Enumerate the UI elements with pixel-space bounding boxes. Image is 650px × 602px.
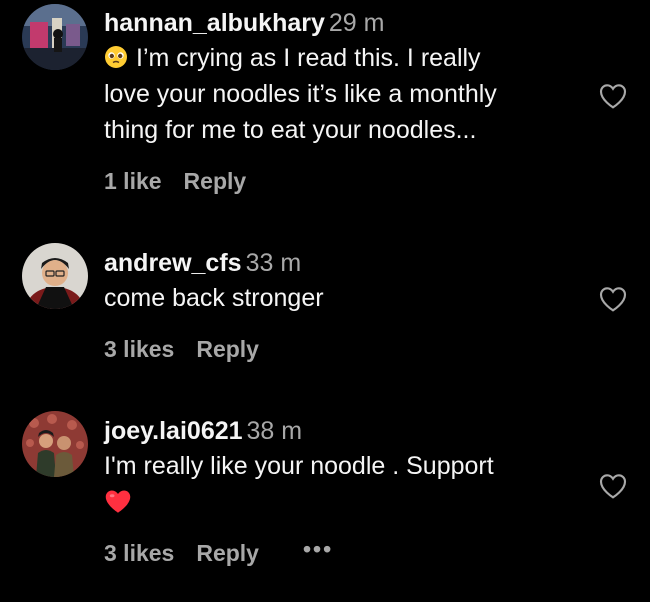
comment-actions: 3 likes Reply xyxy=(104,336,259,363)
likes-count[interactable]: 1 like xyxy=(104,168,162,195)
comment-text: I'm really like your noodle . Support xyxy=(104,448,574,514)
comment-actions: 3 likes Reply ••• xyxy=(104,536,333,567)
heart-outline-icon[interactable] xyxy=(596,80,630,112)
reply-button[interactable]: Reply xyxy=(196,336,259,363)
comment-line: thing for me to eat your noodles... xyxy=(104,116,477,144)
avatar[interactable] xyxy=(22,411,88,477)
username[interactable]: hannan_albukhary xyxy=(104,9,325,37)
comment-line: I'm really like your noodle . Support xyxy=(104,452,494,480)
comment-line: love your noodles it’s like a monthly xyxy=(104,80,497,108)
timestamp[interactable]: 29 m xyxy=(329,9,385,37)
pleading-face-emoji-icon xyxy=(104,43,128,68)
red-heart-emoji-icon xyxy=(104,488,132,514)
likes-count[interactable]: 3 likes xyxy=(104,336,174,363)
timestamp[interactable]: 33 m xyxy=(246,249,302,277)
reply-button[interactable]: Reply xyxy=(196,540,259,567)
timestamp[interactable]: 38 m xyxy=(247,417,303,445)
reply-button[interactable]: Reply xyxy=(184,168,247,195)
comment-text: I’m crying as I read this. I really love… xyxy=(104,40,574,148)
comment-line: I’m crying as I read this. I really xyxy=(136,44,481,72)
comment-actions: 1 like Reply xyxy=(104,168,246,195)
avatar[interactable] xyxy=(22,4,88,70)
comment-header: andrew_cfs 33 m xyxy=(104,248,574,278)
username[interactable]: joey.lai0621 xyxy=(104,417,243,445)
comment-text: come back stronger xyxy=(104,280,574,316)
username[interactable]: andrew_cfs xyxy=(104,249,242,277)
heart-outline-icon[interactable] xyxy=(596,283,630,315)
comment-line: come back stronger xyxy=(104,284,324,312)
likes-count[interactable]: 3 likes xyxy=(104,540,174,567)
comment-header: joey.lai0621 38 m xyxy=(104,416,574,446)
comment-header: hannan_albukhary 29 m xyxy=(104,8,574,38)
avatar[interactable] xyxy=(22,243,88,309)
more-options-icon[interactable]: ••• xyxy=(303,536,333,563)
heart-outline-icon[interactable] xyxy=(596,470,630,502)
